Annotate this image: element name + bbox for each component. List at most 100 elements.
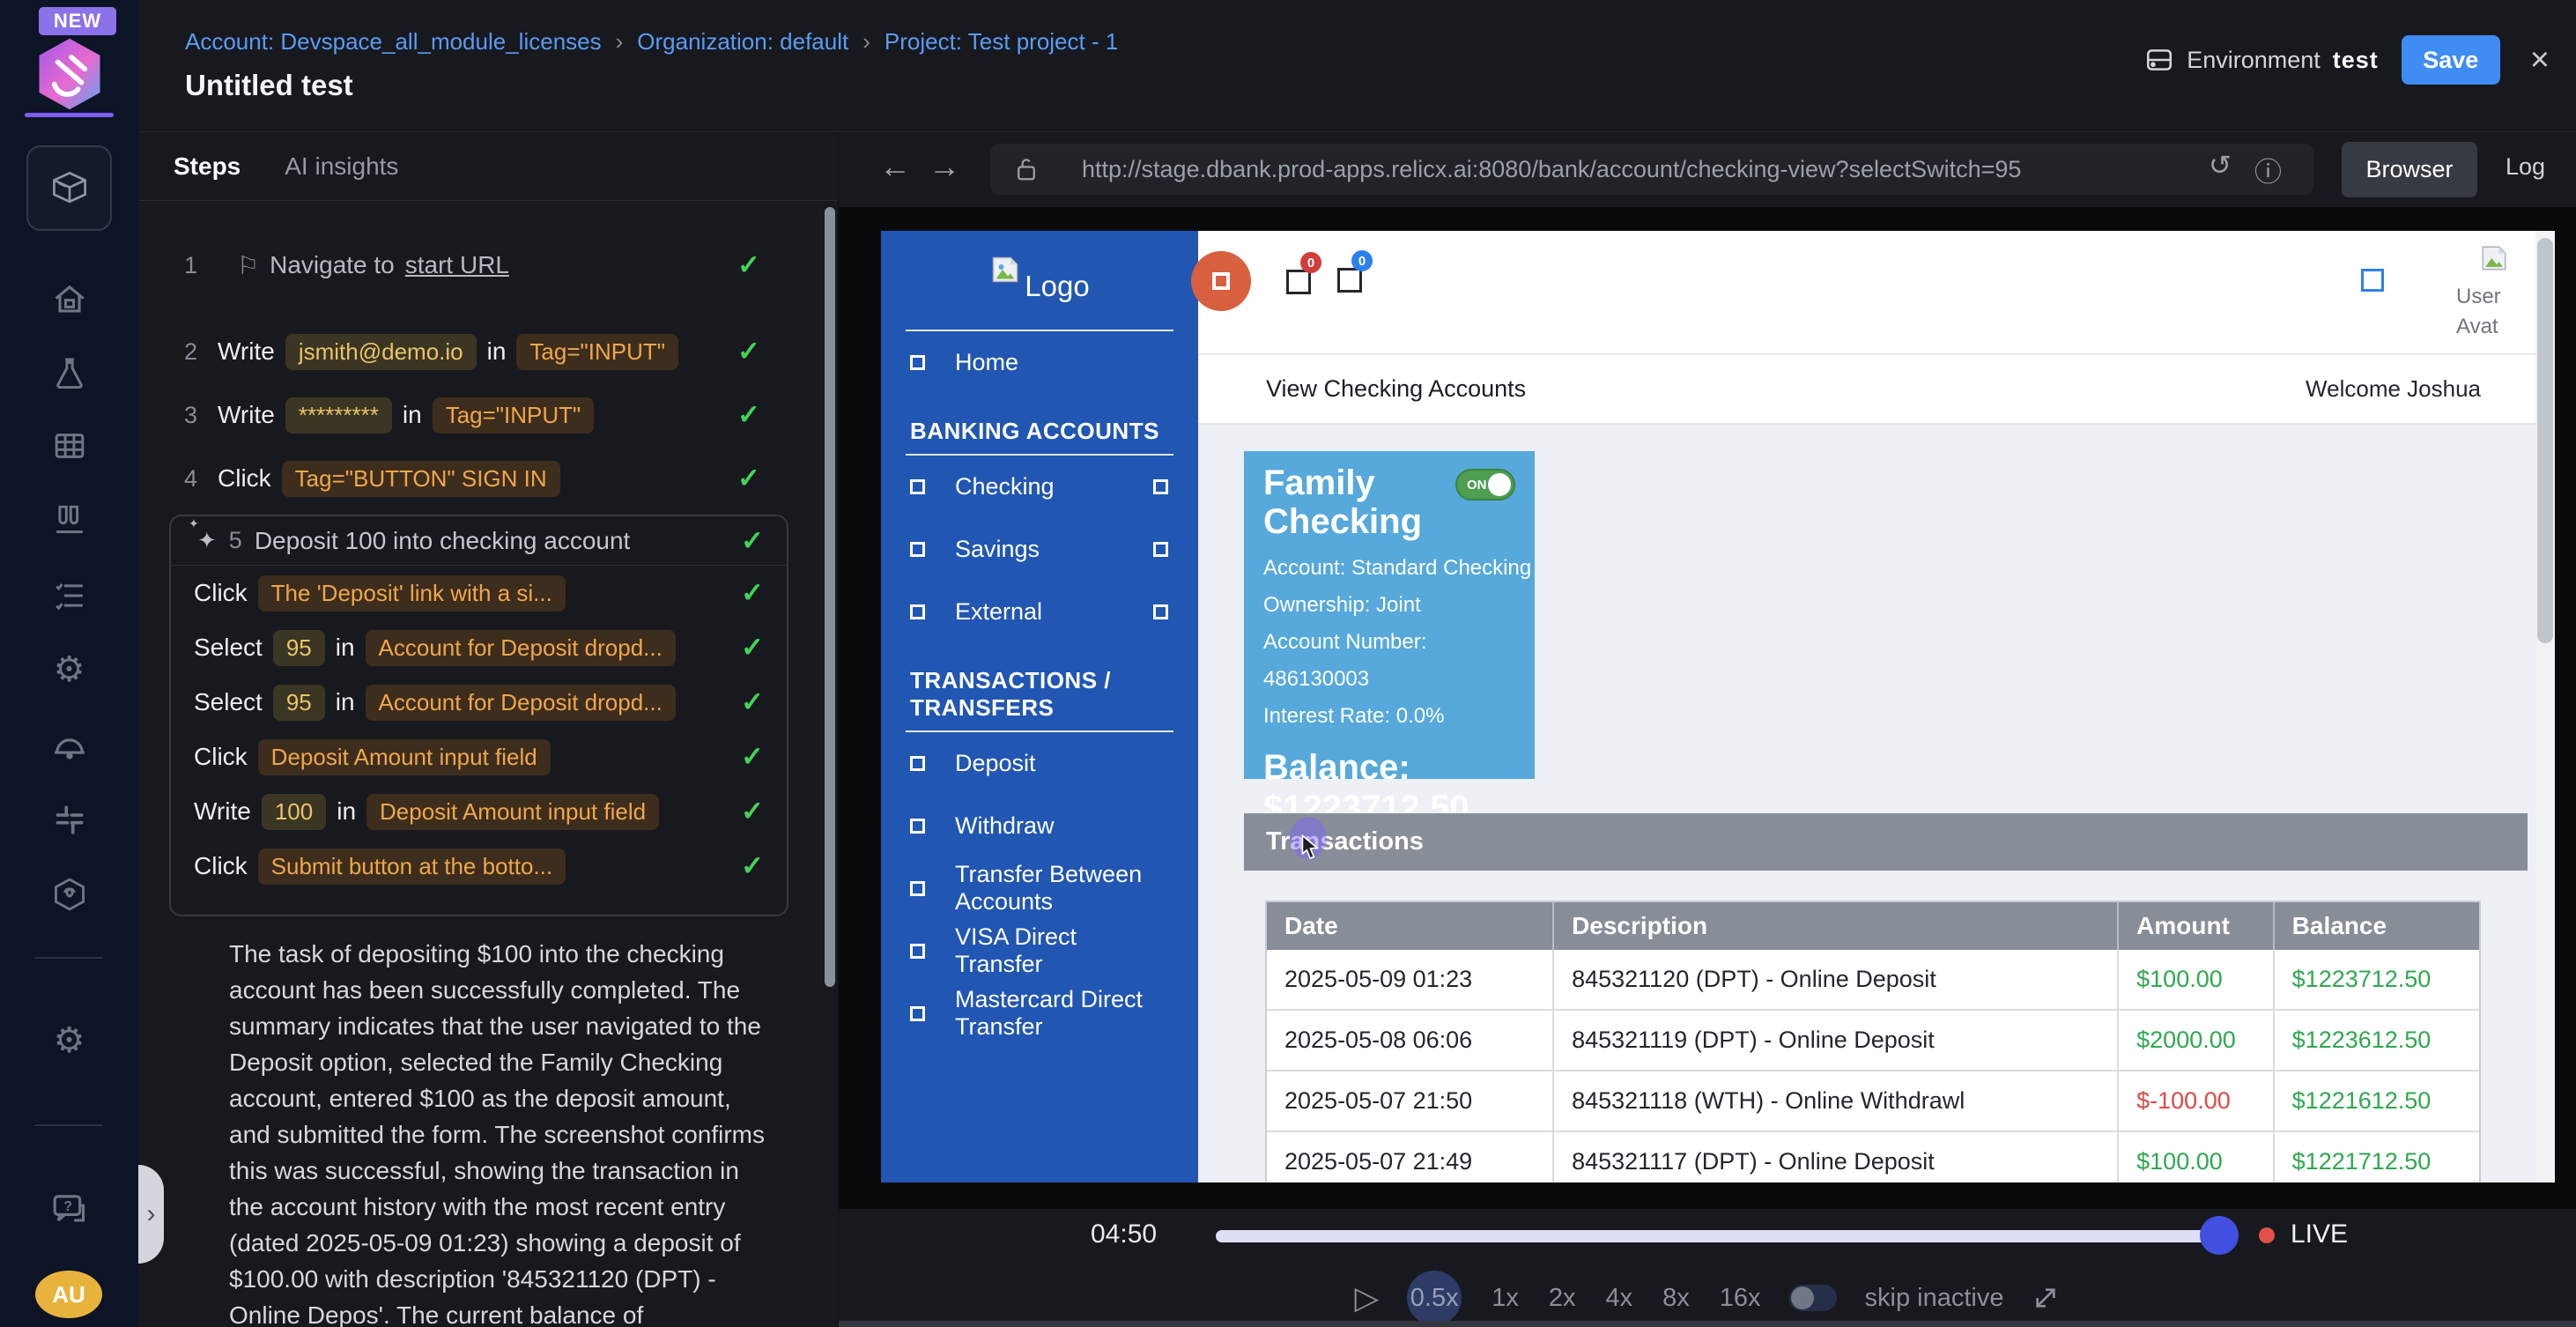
account-on-toggle[interactable]: ON [1455,469,1515,500]
sidebar-item-test-runs[interactable] [0,497,138,543]
selector-chip[interactable]: Deposit Amount input field [258,739,551,775]
bank-nav-item-savings[interactable]: Savings [881,518,1198,580]
steps-scrollbar[interactable] [825,207,835,987]
message-icon-placeholder[interactable] [1337,268,1362,293]
table-row[interactable]: 2025-05-09 01:23845321120 (DPT) - Online… [1267,950,2479,1011]
value-chip[interactable]: 100 [262,794,326,830]
speed-option-16x[interactable]: 16x [1720,1284,1761,1313]
bank-user-avatar[interactable]: User Avat [2456,243,2535,342]
sub-step-row[interactable]: Select95inAccount for Deposit dropd...✓ [171,620,787,675]
speed-option-8x[interactable]: 8x [1662,1284,1690,1313]
sub-step-row[interactable]: Select95inAccount for Deposit dropd...✓ [171,675,787,730]
user-avatar[interactable]: AU [35,1271,102,1318]
tab-steps[interactable]: Steps [174,152,241,181]
selector-chip[interactable]: Tag="BUTTON" SIGN IN [282,461,560,497]
family-checking-card[interactable]: Family Checking ON Account: Standard Che… [1244,451,1535,779]
app-logo-icon[interactable] [29,33,110,115]
column-header: Amount [2119,902,2275,950]
bank-nav-item-visa-direct-transfer[interactable]: VISA Direct Transfer [881,920,1198,982]
log-view-button[interactable]: Log [2506,153,2545,181]
value-chip[interactable]: ********* [285,397,392,434]
bank-nav-item-deposit[interactable]: Deposit [881,732,1198,794]
forward-icon[interactable]: → [929,148,960,185]
step-row[interactable]: 4ClickTag="BUTTON" SIGN IN✓ [138,457,838,500]
table-row[interactable]: 2025-05-07 21:50845321118 (WTH) - Online… [1267,1071,2479,1132]
environment-selector[interactable]: Environment test [2144,45,2379,75]
bank-nav-item-home[interactable]: Home [881,331,1198,393]
new-badge: NEW [39,7,116,35]
cell-balance: $1223712.50 [2275,950,2479,1009]
start-url-link[interactable]: start URL [405,251,509,279]
selector-chip[interactable]: Submit button at the botto... [258,849,566,885]
selector-chip[interactable]: Tag="INPUT" [516,334,678,370]
breadcrumb-organization[interactable]: Organization: default [637,28,848,56]
step-row[interactable]: 2Writejsmith@demo.ioinTag="INPUT"✓ [138,330,838,373]
bank-nav-item-mastercard-direct-transfer[interactable]: Mastercard Direct Transfer [881,982,1198,1044]
back-icon[interactable]: ← [879,148,911,185]
sub-step-row[interactable]: ClickSubmit button at the botto...✓ [171,839,787,893]
notification-icon-placeholder[interactable] [1286,270,1311,294]
refresh-icon[interactable]: ↺ [2209,150,2232,189]
url-bar[interactable]: http://stage.dbank.prod-apps.relicx.ai:8… [990,144,2313,195]
sidebar-item-explore[interactable] [0,722,138,767]
sidebar-item-results-list[interactable] [0,573,138,619]
speed-option-2x[interactable]: 2x [1549,1284,1576,1313]
url-text[interactable]: http://stage.dbank.prod-apps.relicx.ai:8… [1082,156,2021,183]
sidebar-item-modules-active[interactable] [26,145,112,231]
step-row[interactable]: 3Write*********inTag="INPUT"✓ [138,394,838,436]
breadcrumb-account[interactable]: Account: Devspace_all_module_licenses [185,28,602,56]
tab-ai-insights[interactable]: AI insights [285,152,398,181]
info-icon[interactable]: ⓘ [2254,150,2282,189]
sidebar-item-tests[interactable] [0,351,138,397]
bank-nav-item-withdraw[interactable]: Withdraw [881,795,1198,856]
panel-collapse-handle[interactable]: › [138,1165,164,1264]
sidebar-item-cicd[interactable] [0,871,138,917]
selector-chip[interactable]: The 'Deposit' link with a si... [258,575,566,612]
save-button[interactable]: Save [2402,35,2500,85]
selector-chip[interactable]: Account for Deposit dropd... [366,685,676,721]
fullscreen-icon[interactable] [2032,1284,2060,1312]
selector-chip[interactable]: Tag="INPUT" [433,397,595,434]
bank-nav-item-checking[interactable]: Checking [881,456,1198,517]
bank-page-scrollbar[interactable] [2535,231,2555,1182]
sparkle-icon: ✦✦ [197,527,217,554]
play-icon[interactable]: ▷ [1355,1279,1380,1316]
bank-nav-item-transfer-between-accounts[interactable]: Transfer Between Accounts [881,857,1198,919]
value-chip[interactable]: jsmith@demo.io [285,334,477,370]
sidebar-item-admin-settings[interactable]: ⚙ [0,1018,138,1064]
step-group-header[interactable]: ✦✦5Deposit 100 into checking account✓ [171,516,787,566]
settings-icon-placeholder[interactable] [2361,269,2384,292]
step-number: 5 [229,527,242,554]
value-chip[interactable]: 95 [273,685,325,721]
missing-icon-placeholder [910,542,925,557]
scrollbar-thumb[interactable] [2537,238,2553,643]
sub-step-row[interactable]: Write100inDeposit Amount input field✓ [171,784,787,839]
breadcrumb-project[interactable]: Project: Test project - 1 [885,28,1118,56]
sidebar-item-suites[interactable] [0,423,138,469]
speed-option-4x[interactable]: 4x [1605,1284,1632,1313]
sidebar-item-home[interactable] [0,277,138,322]
sidebar-item-settings[interactable]: ⚙ [0,647,138,693]
value-chip[interactable]: 95 [273,630,325,666]
scrubber-track[interactable] [1216,1230,2213,1242]
sub-step-row[interactable]: ClickDeposit Amount input field✓ [171,730,787,784]
speed-option-1x[interactable]: 1x [1492,1284,1519,1313]
sidebar-item-integrations[interactable] [0,797,138,842]
scrubber-thumb[interactable] [2200,1216,2239,1255]
bank-logo[interactable]: Logo [881,248,1198,312]
selector-chip[interactable]: Account for Deposit dropd... [366,630,676,666]
sidebar-item-help[interactable]: ? [0,1186,138,1232]
table-row[interactable]: 2025-05-07 21:49845321117 (DPT) - Online… [1267,1132,2479,1182]
sub-step-row[interactable]: ClickThe 'Deposit' link with a si...✓ [171,566,787,620]
close-icon[interactable]: × [2523,43,2557,77]
speed-option-0.5x[interactable]: 0.5x [1407,1271,1462,1325]
step-word: Navigate to [270,251,395,279]
bank-nav-item-external[interactable]: External [881,581,1198,642]
table-row[interactable]: 2025-05-08 06:06845321119 (DPT) - Online… [1267,1011,2479,1071]
transactions-header-bar[interactable]: Transactions [1244,813,2528,871]
record-stop-button[interactable] [1191,251,1251,311]
step-row[interactable]: 1⚐Navigate to start URL✓ [138,244,838,286]
browser-view-button[interactable]: Browser [2342,142,2477,197]
selector-chip[interactable]: Deposit Amount input field [366,794,659,830]
skip-inactive-toggle[interactable] [1789,1285,1837,1311]
